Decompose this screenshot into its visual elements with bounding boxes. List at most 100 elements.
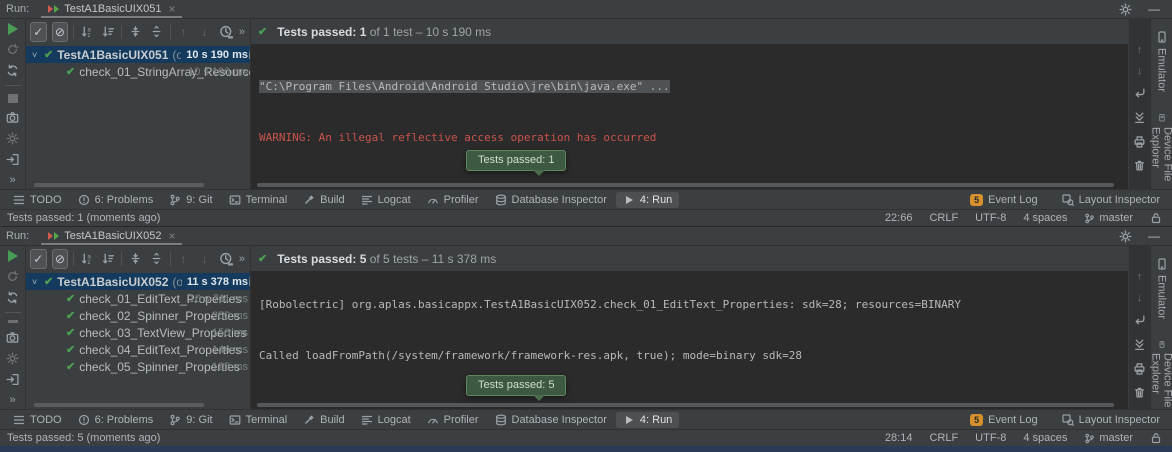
collapse-all-icon[interactable] — [148, 22, 164, 42]
stop-icon[interactable] — [8, 94, 18, 103]
console-horizontal-scrollbar[interactable] — [251, 181, 1128, 189]
git-branch-widget[interactable]: master — [1084, 432, 1133, 444]
tool-window-logcat[interactable]: Logcat — [354, 412, 418, 428]
test-case-row[interactable]: ✔ check_01_StringArray_Resources 10 s 19… — [26, 63, 250, 80]
tab-close-icon[interactable]: × — [168, 229, 175, 243]
show-passed-icon[interactable]: ✓ — [30, 249, 47, 269]
scroll-up-icon[interactable]: ↑ — [1137, 272, 1143, 282]
test-case-row[interactable]: ✔ check_02_Spinner_Properties 250 ms — [26, 307, 250, 324]
clear-console-trash-icon[interactable] — [1133, 386, 1146, 399]
lock-icon[interactable] — [1150, 212, 1162, 224]
tool-window-git[interactable]: 9: Git — [162, 192, 219, 208]
stop-icon[interactable] — [8, 320, 18, 323]
tool-window-run[interactable]: 4: Run — [616, 412, 679, 428]
layout-inspector-button[interactable]: Layout Inspector — [1060, 192, 1162, 208]
layout-inspector-button[interactable]: Layout Inspector — [1060, 412, 1162, 428]
tool-window-emulator[interactable]: Emulator — [1156, 31, 1168, 92]
next-occurrence-icon[interactable]: ↓ — [197, 249, 213, 269]
event-log-button[interactable]: 5Event Log — [968, 412, 1040, 428]
tool-window-run[interactable]: 4: Run — [616, 192, 679, 208]
console-horizontal-scrollbar[interactable] — [251, 401, 1128, 409]
test-case-row[interactable]: ✔ check_05_Spinner_Properties 123 ms — [26, 358, 250, 375]
sort-by-duration-icon[interactable] — [100, 249, 116, 269]
caret-position[interactable]: 28:14 — [885, 432, 913, 444]
tool-window-build[interactable]: Build — [296, 192, 351, 208]
tool-window-database-inspector[interactable]: Database Inspector — [488, 192, 614, 208]
soft-wrap-icon[interactable] — [1133, 314, 1146, 327]
test-case-row[interactable]: ✔ check_04_EditText_Properties 144 ms — [26, 341, 250, 358]
screenshot-camera-icon[interactable] — [6, 111, 19, 124]
next-occurrence-icon[interactable]: ↓ — [197, 22, 213, 42]
chevron-down-icon[interactable]: ˅ — [32, 277, 44, 287]
test-history-clock-icon[interactable] — [218, 249, 234, 269]
rerun-tests-icon[interactable] — [8, 23, 18, 35]
tool-window-device-file-explorer[interactable]: Device File Explorer — [1150, 341, 1172, 409]
tool-window-problems[interactable]: 6: Problems — [71, 412, 161, 428]
screenshot-camera-icon[interactable] — [6, 331, 19, 344]
previous-occurrence-icon[interactable]: ↑ — [175, 249, 191, 269]
tree-horizontal-scrollbar[interactable] — [26, 181, 250, 189]
test-suite-row[interactable]: ˅ ✔ TestA1BasicUIX051 (org.aplas.basica … — [26, 46, 250, 63]
scroll-to-end-icon[interactable] — [1133, 111, 1146, 124]
test-case-row[interactable]: ✔ check_01_EditText_Properties 10 s 711 … — [26, 290, 250, 307]
scroll-down-icon[interactable]: ↓ — [1137, 293, 1143, 303]
lock-icon[interactable] — [1150, 432, 1162, 444]
encoding-selector[interactable]: UTF-8 — [975, 212, 1006, 224]
line-ending-selector[interactable]: CRLF — [929, 212, 958, 224]
event-log-button[interactable]: 5Event Log — [968, 192, 1040, 208]
scroll-down-icon[interactable]: ↓ — [1137, 66, 1143, 76]
hide-window-icon[interactable]: — — [1148, 2, 1160, 16]
test-settings-gear-icon[interactable] — [6, 352, 19, 365]
tool-window-todo[interactable]: TODO — [6, 192, 69, 208]
settings-gear-icon[interactable] — [1119, 230, 1132, 243]
previous-occurrence-icon[interactable]: ↑ — [175, 22, 191, 42]
tool-window-git[interactable]: 9: Git — [162, 412, 219, 428]
rerun-failed-tests-icon[interactable] — [6, 270, 19, 283]
scroll-to-end-icon[interactable] — [1133, 338, 1146, 351]
run-tab-testa1basicuix052[interactable]: TestA1BasicUIX052 × — [39, 227, 184, 245]
indent-selector[interactable]: 4 spaces — [1023, 432, 1067, 444]
tab-close-icon[interactable]: × — [168, 2, 175, 16]
line-ending-selector[interactable]: CRLF — [929, 432, 958, 444]
show-ignored-icon[interactable]: ⊘ — [52, 22, 69, 42]
more-options-chevron-icon[interactable]: » — [9, 394, 15, 406]
show-ignored-icon[interactable]: ⊘ — [52, 249, 69, 269]
tool-window-terminal[interactable]: Terminal — [222, 192, 295, 208]
toggle-auto-test-icon[interactable] — [6, 64, 19, 77]
clear-console-trash-icon[interactable] — [1133, 159, 1146, 172]
tool-window-build[interactable]: Build — [296, 412, 351, 428]
tool-window-profiler[interactable]: Profiler — [420, 192, 486, 208]
tool-window-todo[interactable]: TODO — [6, 412, 69, 428]
test-case-row[interactable]: ✔ check_03_TextView_Properties 150 ms — [26, 324, 250, 341]
sort-alphabetically-icon[interactable]: az — [79, 22, 95, 42]
git-branch-widget[interactable]: master — [1084, 212, 1133, 224]
encoding-selector[interactable]: UTF-8 — [975, 432, 1006, 444]
toolbar-more-chevron-icon[interactable]: » — [239, 26, 250, 38]
sort-by-duration-icon[interactable] — [100, 22, 116, 42]
show-passed-icon[interactable]: ✓ — [30, 22, 47, 42]
print-icon[interactable] — [1133, 135, 1146, 148]
tool-window-database-inspector[interactable]: Database Inspector — [488, 412, 614, 428]
import-tests-icon[interactable] — [6, 373, 19, 386]
expand-all-icon[interactable] — [127, 249, 143, 269]
chevron-down-icon[interactable]: ˅ — [32, 50, 44, 60]
import-tests-icon[interactable] — [6, 153, 19, 166]
tool-window-problems[interactable]: 6: Problems — [71, 192, 161, 208]
settings-gear-icon[interactable] — [1119, 3, 1132, 16]
test-suite-row[interactable]: ˅ ✔ TestA1BasicUIX052 (org.aplas.basica … — [26, 273, 250, 290]
hide-window-icon[interactable]: — — [1148, 229, 1160, 243]
rerun-failed-tests-icon[interactable] — [6, 43, 19, 56]
sort-alphabetically-icon[interactable]: az — [79, 249, 95, 269]
scroll-up-icon[interactable]: ↑ — [1137, 45, 1143, 55]
tool-window-emulator[interactable]: Emulator — [1156, 258, 1168, 319]
toggle-auto-test-icon[interactable] — [6, 291, 19, 304]
tool-window-profiler[interactable]: Profiler — [420, 412, 486, 428]
toolbar-more-chevron-icon[interactable]: » — [239, 253, 250, 265]
indent-selector[interactable]: 4 spaces — [1023, 212, 1067, 224]
print-icon[interactable] — [1133, 362, 1146, 375]
tool-window-terminal[interactable]: Terminal — [222, 412, 295, 428]
test-settings-gear-icon[interactable] — [6, 132, 19, 145]
expand-all-icon[interactable] — [127, 22, 143, 42]
rerun-tests-icon[interactable] — [8, 250, 18, 262]
tool-window-logcat[interactable]: Logcat — [354, 192, 418, 208]
